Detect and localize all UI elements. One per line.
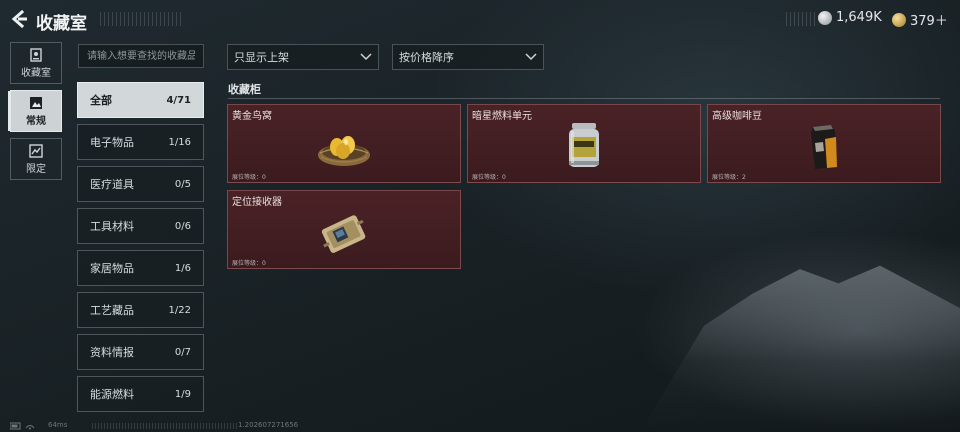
category-name: 医疗道具 xyxy=(90,178,134,191)
slot-level: 展位等级：0 xyxy=(232,260,266,267)
category-electronics[interactable]: 电子物品 1/16 xyxy=(77,124,204,160)
limited-icon xyxy=(29,143,43,158)
receiver-device-icon xyxy=(321,215,366,253)
category-count: 1/16 xyxy=(168,136,191,148)
nav-label: 限定 xyxy=(26,163,46,175)
page-title: 收藏室 xyxy=(36,14,87,34)
shelf-filter-dropdown[interactable]: 只显示上架 xyxy=(227,44,379,70)
category-name: 工具材料 xyxy=(90,220,134,233)
nav-collection-room[interactable]: 收藏室 xyxy=(10,42,62,84)
title-decoration xyxy=(100,12,182,26)
nav-regular[interactable]: 常规 xyxy=(10,90,62,132)
category-name: 资料情报 xyxy=(90,346,134,359)
coffee-bag-icon xyxy=(811,125,837,169)
fuel-canister-icon xyxy=(569,123,599,167)
category-count: 4/71 xyxy=(166,94,191,106)
section-title: 收藏柜 xyxy=(228,83,261,96)
back-arrow-icon[interactable] xyxy=(8,8,30,30)
silver-coin-icon xyxy=(818,10,832,25)
category-count: 1/9 xyxy=(174,388,191,400)
gold-currency[interactable]: 379＋ xyxy=(892,10,948,29)
category-name: 全部 xyxy=(90,94,112,107)
section-divider xyxy=(228,98,940,99)
category-name: 能源燃料 xyxy=(90,388,134,401)
currency-decoration xyxy=(786,12,816,26)
status-decoration xyxy=(92,423,238,429)
category-count: 0/5 xyxy=(174,178,191,190)
battery-wifi-icon xyxy=(10,422,35,430)
chevron-down-icon xyxy=(525,53,537,61)
sort-value: 按价格降序 xyxy=(399,51,454,64)
background-mountain xyxy=(640,265,960,432)
nav-limited[interactable]: 限定 xyxy=(10,138,62,180)
ping-text: 64ms xyxy=(48,421,68,429)
item-card-locator-receiver[interactable]: 定位接收器 展位等级：0 xyxy=(227,190,461,269)
category-crafts[interactable]: 工艺藏品 1/22 xyxy=(77,292,204,328)
item-name: 暗星燃料单元 xyxy=(472,111,532,122)
category-tools[interactable]: 工具材料 0/6 xyxy=(77,208,204,244)
item-name: 高级咖啡豆 xyxy=(712,111,762,122)
chevron-down-icon xyxy=(360,53,372,61)
item-card-coffee-beans[interactable]: 高级咖啡豆 展位等级：2 xyxy=(707,104,941,183)
status-bar: 64ms 1.202607271656 xyxy=(0,420,960,432)
nav-label: 常规 xyxy=(26,115,46,127)
sort-dropdown[interactable]: 按价格降序 xyxy=(392,44,544,70)
category-name: 电子物品 xyxy=(90,136,134,149)
category-count: 1/6 xyxy=(174,262,191,274)
top-bar: 收藏室 1,649K 379＋ xyxy=(0,0,960,38)
item-name: 黄金鸟窝 xyxy=(232,111,272,122)
category-name: 工艺藏品 xyxy=(90,304,134,317)
category-count: 0/6 xyxy=(174,220,191,232)
category-count: 1/22 xyxy=(168,304,191,316)
category-medical[interactable]: 医疗道具 0/5 xyxy=(77,166,204,202)
nav-label: 收藏室 xyxy=(21,67,51,79)
version-text: 1.202607271656 xyxy=(238,421,299,429)
golden-nest-icon xyxy=(318,136,370,166)
silver-amount: 1,649K xyxy=(836,10,882,25)
slot-level: 展位等级：2 xyxy=(712,174,746,181)
item-card-golden-nest[interactable]: 黄金鸟窝 展位等级：0 xyxy=(227,104,461,183)
item-card-fuel-unit[interactable]: 暗星燃料单元 展位等级：0 xyxy=(467,104,701,183)
category-name: 家居物品 xyxy=(90,262,134,275)
category-all[interactable]: 全部 4/71 xyxy=(77,82,204,118)
search-input[interactable] xyxy=(78,44,204,68)
regular-icon xyxy=(30,96,42,109)
gold-coin-icon xyxy=(892,12,906,27)
category-household[interactable]: 家居物品 1/6 xyxy=(77,250,204,286)
gold-amount: 379＋ xyxy=(910,14,948,29)
slot-level: 展位等级：0 xyxy=(232,174,266,181)
shelf-filter-value: 只显示上架 xyxy=(234,51,289,64)
category-intel[interactable]: 资料情报 0/7 xyxy=(77,334,204,370)
category-energy[interactable]: 能源燃料 1/9 xyxy=(77,376,204,412)
item-name: 定位接收器 xyxy=(232,197,282,208)
silver-currency: 1,649K xyxy=(818,10,882,25)
category-count: 0/7 xyxy=(174,346,191,358)
collection-room-icon xyxy=(30,47,42,62)
slot-level: 展位等级：0 xyxy=(472,174,506,181)
